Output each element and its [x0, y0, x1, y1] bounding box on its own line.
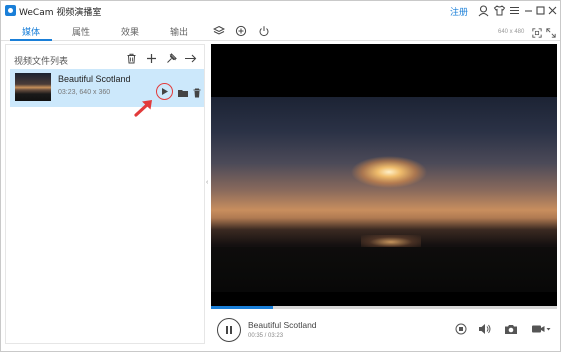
list-item[interactable]: Beautiful Scotland 03:23, 640 x 360: [10, 69, 204, 107]
pause-button[interactable]: [217, 318, 241, 342]
play-button[interactable]: [156, 83, 173, 100]
title-bar: WeCam 视频演播室 注册: [1, 1, 560, 21]
playback-time: 00:35 / 03:23: [248, 333, 284, 339]
add-icon[interactable]: [146, 53, 157, 64]
register-link[interactable]: 注册: [450, 5, 468, 18]
expand-icon[interactable]: [546, 28, 556, 38]
tab-effects[interactable]: 效果: [110, 25, 150, 38]
file-name: Beautiful Scotland: [58, 74, 131, 84]
file-list-title: 视频文件列表: [14, 57, 69, 67]
video-preview[interactable]: [211, 44, 557, 306]
layers-icon[interactable]: [213, 25, 225, 37]
landscape-silhouette: [211, 247, 557, 292]
video-frame: [211, 97, 557, 292]
tab-media[interactable]: 媒体: [11, 25, 51, 38]
snapshot-camera-icon[interactable]: [504, 323, 518, 335]
folder-icon[interactable]: [177, 87, 189, 99]
skin-shirt-icon[interactable]: [493, 4, 506, 17]
tab-output[interactable]: 输出: [159, 25, 199, 38]
resolution-label: 640 x 480: [498, 29, 525, 35]
volume-icon[interactable]: [478, 323, 492, 335]
fit-screen-icon[interactable]: [532, 28, 542, 38]
tab-properties[interactable]: 属性: [61, 25, 101, 38]
play-icon: [162, 87, 168, 95]
delete-icon[interactable]: [192, 87, 202, 99]
camera-source-icon[interactable]: [531, 323, 551, 335]
menu-icon[interactable]: [508, 4, 521, 17]
power-icon[interactable]: [258, 25, 270, 37]
collapse-panel-icon[interactable]: ‹: [206, 179, 210, 189]
video-thumbnail: [15, 73, 51, 101]
pointer-arrow-icon: [133, 96, 157, 118]
app-title: WeCam 视频演播室: [19, 8, 102, 18]
arrow-right-icon[interactable]: [184, 53, 197, 64]
app-logo-icon: [5, 5, 16, 16]
add-circle-icon[interactable]: [235, 25, 247, 37]
player-controls: Beautiful Scotland 00:35 / 03:23: [211, 309, 557, 349]
stop-icon[interactable]: [455, 323, 467, 335]
tab-bar: 媒体 属性 效果 输出: [1, 21, 560, 41]
file-list-panel: 视频文件列表 Beautiful Scotland 03:23, 640 x 3…: [5, 44, 205, 344]
user-icon[interactable]: [477, 4, 490, 17]
now-playing-title: Beautiful Scotland: [248, 320, 317, 330]
active-tab-indicator: [10, 39, 52, 41]
file-meta: 03:23, 640 x 360: [58, 89, 111, 96]
close-icon[interactable]: [546, 4, 559, 17]
trash-icon[interactable]: [126, 53, 137, 64]
pin-icon[interactable]: [166, 53, 177, 64]
app-window: WeCam 视频演播室 注册 媒体 属性 效果 输出 640 x 480 视频文…: [0, 0, 561, 352]
